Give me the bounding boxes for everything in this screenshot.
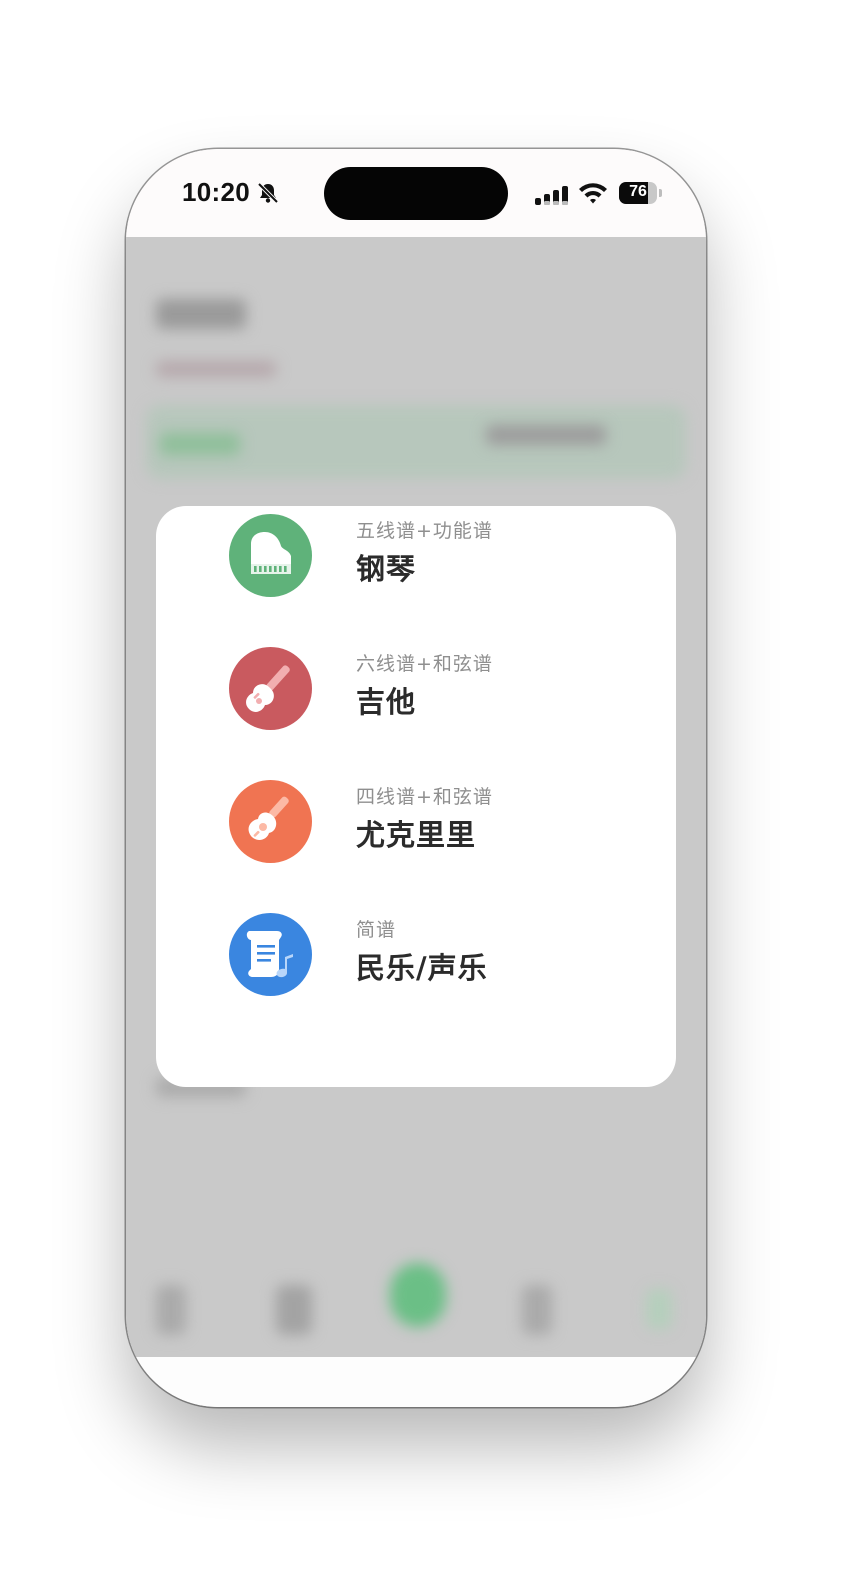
instrument-picker-sheet: 五线谱+功能谱 钢琴 六线谱+和弦谱 吉他 四线谱+和弦谱 尤克里里 简谱 民乐…	[156, 506, 676, 1087]
blurred-tab-5	[646, 1289, 672, 1329]
wifi-icon	[579, 183, 607, 204]
instrument-option-guitar[interactable]: 六线谱+和弦谱 吉他	[156, 639, 676, 739]
battery-icon: 76	[619, 182, 663, 204]
blurred-tab-1	[156, 1285, 186, 1335]
blurred-banner-text	[486, 425, 606, 445]
instrument-title: 吉他	[356, 685, 417, 719]
instrument-title: 尤克里里	[356, 818, 477, 852]
piano-icon	[229, 514, 312, 597]
status-time: 10:20	[182, 177, 250, 207]
instrument-subtitle: 六线谱+和弦谱	[356, 653, 493, 675]
instrument-title: 钢琴	[356, 552, 417, 586]
bell-slash-icon	[257, 182, 279, 204]
status-bar: 10:20 76	[126, 149, 706, 237]
instrument-option-ukulele[interactable]: 四线谱+和弦谱 尤克里里	[156, 772, 676, 872]
cellular-signal-icon	[535, 186, 568, 205]
instrument-subtitle: 简谱	[356, 919, 397, 941]
instrument-subtitle: 四线谱+和弦谱	[356, 786, 493, 808]
instrument-title: 民乐/声乐	[356, 951, 488, 985]
instrument-subtitle: 五线谱+功能谱	[356, 520, 493, 542]
phone-frame: 10:20 76 五线谱+功能谱 钢琴 六线谱+和弦谱 吉他 四线谱+和弦谱 尤…	[126, 149, 706, 1407]
blurred-banner-label	[160, 433, 240, 455]
blurred-heading	[156, 299, 246, 329]
electric-guitar-icon	[229, 647, 312, 730]
music-scroll-icon	[229, 913, 312, 996]
blurred-tab-2	[276, 1285, 312, 1335]
battery-percent: 76	[629, 183, 647, 200]
instrument-option-piano[interactable]: 五线谱+功能谱 钢琴	[156, 506, 676, 606]
instrument-option-folk-vocal[interactable]: 简谱 民乐/声乐	[156, 905, 676, 1005]
dynamic-island	[324, 167, 508, 220]
blurred-tab-center	[390, 1263, 446, 1327]
ukulele-icon	[229, 780, 312, 863]
home-indicator-area	[126, 1357, 706, 1407]
blurred-subtitle	[156, 361, 276, 377]
battery-nub	[659, 189, 662, 197]
blurred-tab-4	[522, 1285, 552, 1335]
battery-body: 76	[619, 182, 657, 204]
